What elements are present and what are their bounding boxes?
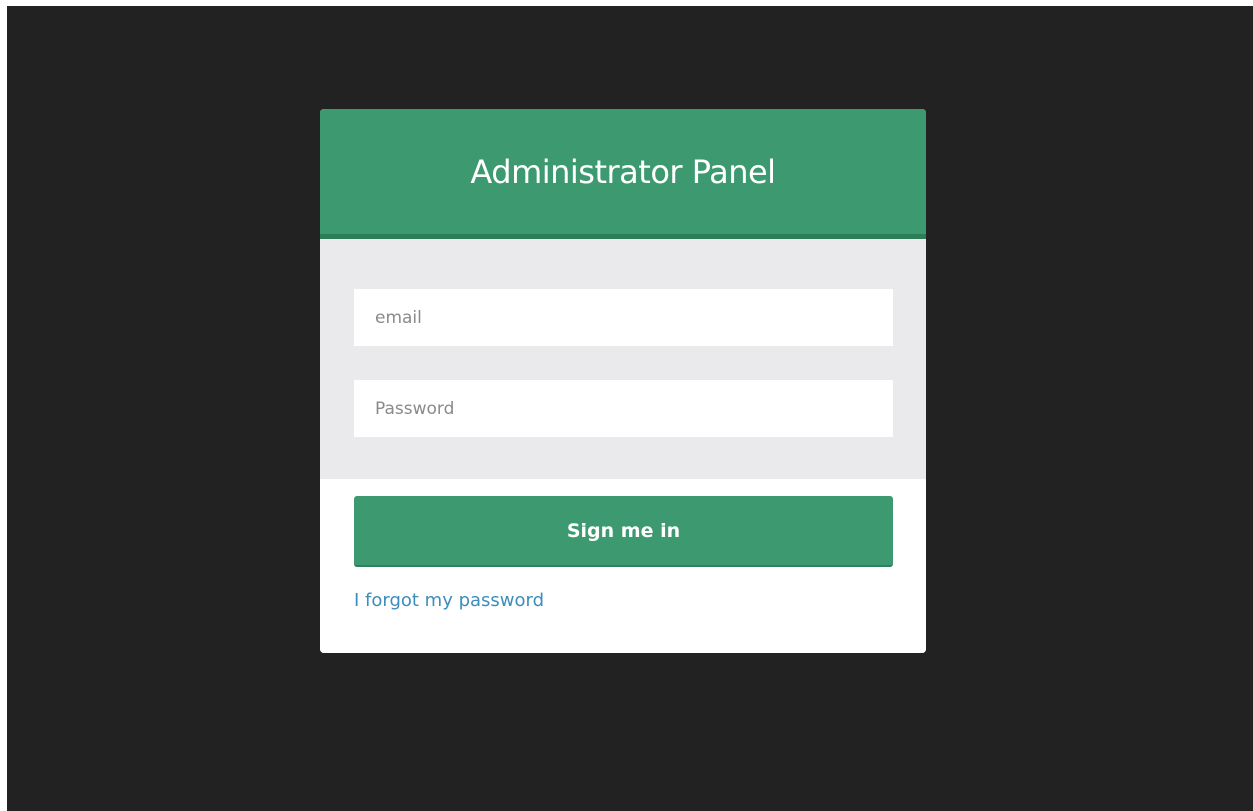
- page-background: Administrator Panel Sign me in I forgot …: [7, 6, 1253, 811]
- login-footer: Sign me in I forgot my password: [320, 479, 926, 653]
- login-form-body: [320, 239, 926, 479]
- email-field[interactable]: [354, 289, 893, 346]
- page-title: Administrator Panel: [470, 152, 776, 191]
- password-field[interactable]: [354, 380, 893, 437]
- forgot-password-link[interactable]: I forgot my password: [354, 590, 544, 611]
- sign-in-button[interactable]: Sign me in: [354, 496, 893, 567]
- login-header: Administrator Panel: [320, 109, 926, 239]
- login-box: Administrator Panel Sign me in I forgot …: [320, 109, 926, 653]
